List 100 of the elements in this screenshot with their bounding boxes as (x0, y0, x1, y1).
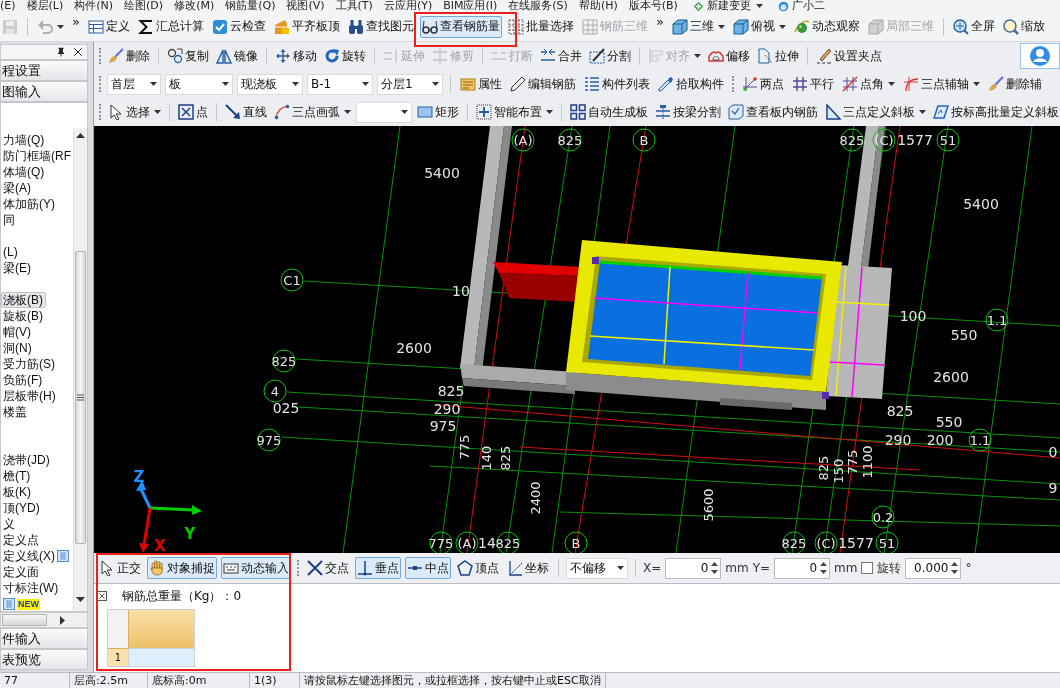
toolbar-button[interactable]: 矩形 (415, 101, 461, 123)
menu-item[interactable]: 版本号(B) (628, 0, 678, 12)
toolbar-button[interactable]: 三点定义斜板 (823, 101, 928, 123)
tree-item[interactable]: 义 (1, 516, 18, 532)
toolbar-button[interactable]: 偏移 (706, 45, 752, 67)
menu-item[interactable]: 在线服务(S) (508, 0, 568, 12)
toolbar-button[interactable]: 分割 (587, 45, 633, 67)
overflow-button[interactable]: » (70, 15, 82, 28)
tree-item[interactable]: 定义面 (1, 564, 42, 580)
snap-button[interactable]: 中点 (405, 557, 451, 579)
tree-item[interactable]: 帽(V) (1, 324, 34, 340)
dropdown-field[interactable]: 不偏移 (566, 557, 628, 579)
toolbar-button[interactable]: 汇总计算 (135, 15, 206, 38)
close-icon[interactable] (73, 47, 83, 57)
toolbar-button[interactable]: 三维 (669, 15, 727, 38)
right-arrow-icon[interactable] (60, 615, 65, 625)
toolbar-button[interactable]: 直线 (223, 101, 269, 123)
tree-item[interactable]: 洞(N) (1, 340, 35, 356)
assistant-button[interactable]: 广小二 (777, 0, 825, 12)
tree-item[interactable]: 层板带(H) (1, 388, 59, 404)
toolbar-button[interactable]: 删除 (106, 45, 152, 67)
toolbar-button[interactable]: 俯视 (730, 15, 788, 38)
tree-item[interactable]: 顶(YD) (1, 500, 43, 516)
toolbar-button[interactable]: 查找图元 (345, 15, 416, 38)
horizontal-scrollbar[interactable] (0, 612, 88, 628)
tree-item[interactable]: 同 (1, 212, 18, 228)
dropdown-field[interactable]: B-1 (307, 73, 373, 95)
tree-item[interactable]: 定义线(X) (1, 548, 72, 564)
dropdown-field[interactable]: 首层 (107, 73, 161, 95)
toolbar-button[interactable]: 动态观察 (791, 15, 862, 38)
close-box-icon[interactable] (97, 591, 107, 601)
nav-section-button[interactable]: 表预览 (0, 649, 88, 670)
toolbar-button[interactable]: 编辑钢筋 (508, 73, 578, 95)
toolbar-button[interactable]: 设置夹点 (814, 45, 884, 67)
tree-item[interactable]: (L) (1, 244, 21, 260)
toolbar-button[interactable]: 按标高批量定义斜板 (931, 101, 1060, 123)
menu-item[interactable]: 云应用(Y) (383, 0, 433, 12)
toolbar-button[interactable]: 按梁分割 (653, 101, 723, 123)
menu-item[interactable]: 工具(T) (335, 0, 373, 12)
dropdown-field[interactable]: 分层1 (377, 73, 443, 95)
number-input[interactable]: 0 (665, 557, 722, 579)
snap-button[interactable]: 对象捕捉 (147, 557, 217, 579)
tree-item[interactable]: 力墙(Q) (1, 132, 48, 148)
scrollbar-thumb[interactable] (2, 614, 47, 626)
dropdown-field[interactable]: 现浇板 (237, 73, 303, 95)
toolbar-button[interactable]: 云检查 (209, 15, 268, 38)
tree-item[interactable]: 浇板(B) (1, 292, 46, 308)
row-number-cell[interactable]: 1 (108, 648, 128, 666)
up-arrow-icon[interactable] (76, 133, 85, 138)
toolbar-button[interactable]: 缩放 (1000, 15, 1047, 38)
snap-button[interactable]: 顶点 (455, 557, 501, 579)
tree-item[interactable]: 梁(A) (1, 180, 34, 196)
tree-item[interactable]: 梁(E) (1, 260, 34, 276)
menu-item[interactable]: (E) (0, 0, 16, 12)
toolbar-button[interactable]: 删除辅 (986, 73, 1044, 95)
toolbar-button[interactable]: 自动生成板 (568, 101, 650, 123)
tree-item[interactable]: 旋板(B) (1, 308, 46, 324)
tree-item[interactable]: 板(K) (1, 484, 34, 500)
menu-item[interactable]: 构件(N) (74, 0, 114, 12)
toolbar-button[interactable]: 拾取构件 (656, 73, 726, 95)
tree-item[interactable]: 受力筋(S) (1, 356, 58, 372)
toolbar-button[interactable]: 平行 (790, 73, 836, 95)
toolbar-button[interactable]: 移动 (273, 45, 319, 67)
tree-item[interactable]: 负筋(F) (1, 372, 46, 388)
tree-item[interactable]: 定义点 (1, 532, 42, 548)
menu-item[interactable]: 帮助(H) (578, 0, 618, 12)
toolbar-button[interactable]: 构件列表 (582, 73, 652, 95)
number-input[interactable]: 0 (774, 557, 831, 579)
toolbar-button[interactable]: 智能布置 (474, 101, 555, 123)
dropdown-field[interactable] (356, 101, 412, 123)
toolbar-button[interactable]: 属性 (458, 73, 504, 95)
toolbar-button[interactable]: 镜像 (214, 45, 260, 67)
nav-section-button[interactable]: 图输入 (0, 81, 88, 102)
tree-item[interactable]: 防门框墙(RF (1, 148, 73, 164)
tree-item[interactable]: 浇带(JD) (1, 452, 53, 468)
toolbar-button[interactable]: 两点 (740, 73, 786, 95)
number-input[interactable]: 0.000 (905, 557, 962, 579)
toolbar-button[interactable]: 三点辅轴 (901, 73, 982, 95)
tree-item[interactable]: 体墙(Q) (1, 164, 48, 180)
tree-item[interactable]: NEW (1, 596, 43, 611)
tree-item[interactable]: 体加筋(Y) (1, 196, 58, 212)
snap-button[interactable]: 交点 (305, 557, 351, 579)
tree-item[interactable]: 寸标注(W) (1, 580, 62, 596)
menu-item[interactable]: 钢筋量(Q) (225, 0, 276, 12)
pin-icon[interactable] (56, 47, 66, 57)
overflow-button[interactable]: » (653, 15, 666, 28)
toolbar-button[interactable]: 批量选择 (505, 15, 576, 38)
nav-section-button[interactable]: 件输入 (0, 628, 88, 649)
toolbar-button[interactable]: 合并 (538, 45, 584, 67)
toolbar-button[interactable]: 旋转 (322, 45, 368, 67)
toolbar-button[interactable]: 选择 (106, 101, 163, 123)
checkbox[interactable] (861, 562, 874, 574)
menu-item[interactable]: 修改(M) (174, 0, 215, 12)
column-header-cell[interactable] (128, 610, 194, 648)
nav-section-button[interactable]: 程设置 (0, 60, 88, 81)
dropdown-field[interactable]: 板 (165, 73, 233, 95)
snap-button[interactable]: 动态输入 (221, 557, 291, 579)
toolbar-button[interactable]: 全屏 (950, 15, 997, 38)
snap-button[interactable]: 坐标 (505, 557, 551, 579)
toolbar-button[interactable]: 三点画弧 (272, 101, 353, 123)
